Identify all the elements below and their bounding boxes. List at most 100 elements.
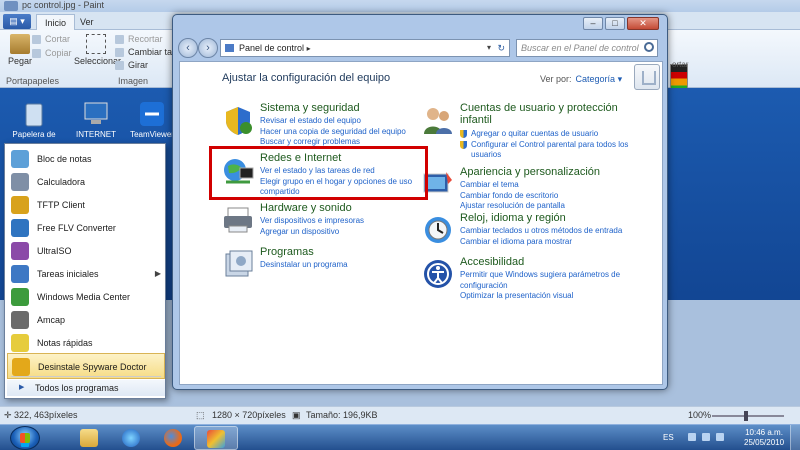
category-link[interactable]: Hacer una copia de seguridad del equipo (260, 127, 420, 138)
show-desktop-button[interactable] (790, 425, 800, 450)
rotate-button[interactable]: Girar (115, 60, 148, 70)
category-link[interactable]: Cambiar el idioma para mostrar (460, 237, 620, 248)
category-links: Permitir que Windows sugiera parámetros … (460, 270, 620, 302)
close-button[interactable]: ✕ (627, 17, 659, 30)
program-icon (11, 196, 29, 214)
users-icon[interactable] (422, 104, 454, 136)
maximize-button[interactable]: □ (605, 17, 625, 30)
navigation-bar: ‹ › Panel de control ▸ ▾ ↻ Buscar en el … (178, 37, 664, 59)
category-link[interactable]: Optimizar la presentación visual (460, 291, 620, 302)
desktop-icon-recycle-bin[interactable]: Papelera de (4, 100, 64, 139)
taskbar-media-player[interactable] (110, 426, 154, 450)
clock-time: 10:46 a.m. (745, 428, 783, 437)
category-title-text: Reloj, idioma y región (460, 212, 566, 224)
category-title-text: Programas (260, 246, 314, 258)
cursor-icon: ✛ (4, 410, 12, 420)
category-title[interactable]: Accesibilidad (460, 256, 524, 268)
paint-menu-button[interactable]: ▤ ▾ (3, 14, 31, 29)
category-link[interactable]: Revisar el estado del equipo (260, 116, 420, 127)
teamviewer-icon (140, 102, 164, 126)
taskbar: ES 10:46 a.m. 25/05/2010 (0, 424, 800, 450)
address-bar[interactable]: Panel de control ▸ ▾ ↻ (220, 39, 510, 57)
program-icon (11, 242, 29, 260)
category-link[interactable]: Ver dispositivos e impresoras (260, 216, 420, 227)
start-menu-separator (11, 376, 161, 377)
clock-date: 25/05/2010 (744, 438, 785, 447)
minimize-button[interactable]: – (583, 17, 603, 30)
select-button[interactable]: Seleccionar (74, 34, 121, 66)
network-icon (84, 102, 108, 124)
category-title[interactable]: Hardware y sonido (260, 202, 352, 214)
category-link[interactable]: Permitir que Windows sugiera parámetros … (460, 270, 620, 281)
category-links: Revisar el estado del equipo Hacer una co… (260, 116, 420, 148)
category-title[interactable]: Programas (260, 246, 314, 258)
cut-button[interactable]: Cortar (32, 34, 70, 44)
clock-globe-icon[interactable] (422, 214, 454, 246)
tray-arrow-icon[interactable] (688, 433, 696, 441)
start-menu-item-label: Free FLV Converter (37, 223, 116, 233)
security-shield-icon[interactable] (222, 104, 254, 136)
clock[interactable]: 10:46 a.m. 25/05/2010 (744, 428, 784, 448)
category-title-text: Sistema y seguridad (260, 102, 360, 114)
view-by: Ver por: Categoría ▾ (540, 74, 622, 85)
category-link[interactable]: configuración (460, 281, 620, 292)
category-title[interactable]: Reloj, idioma y región (460, 212, 566, 224)
refresh-icon[interactable]: ↻ (497, 40, 505, 56)
start-menu-item-label: Amcap (37, 315, 66, 325)
category-title-text: Accesibilidad (460, 256, 525, 268)
volume-icon[interactable] (716, 433, 724, 441)
category-link[interactable]: Desinstalar un programa (260, 260, 420, 271)
category-link[interactable]: Ajustar resolución de pantalla (460, 201, 620, 212)
paint-window-title: pc control.jpg - Paint (22, 0, 105, 10)
crop-button[interactable]: Recortar (115, 34, 163, 44)
copy-button[interactable]: Copiar (32, 48, 72, 58)
start-menu-item-label: UltraISO (37, 246, 72, 256)
address-dropdown-icon[interactable]: ▾ (487, 40, 491, 56)
language-indicator[interactable]: ES (663, 433, 674, 442)
category-link[interactable]: Agregar o quitar cuentas de usuario (460, 129, 620, 140)
paint-icon (207, 430, 225, 448)
network-tray-icon[interactable] (702, 433, 710, 441)
search-icon[interactable] (644, 42, 654, 52)
quick-access-toolbar[interactable] (4, 1, 18, 11)
taskbar-explorer[interactable] (68, 426, 112, 450)
category-title[interactable]: Cuentas de usuario y protección infantil (460, 102, 618, 126)
desktop-icon-internet[interactable]: INTERNET (66, 100, 126, 139)
category-links: Agregar o quitar cuentas de usuario Confi… (460, 129, 628, 161)
paste-label: Pegar (7, 56, 33, 66)
category-link[interactable]: Configurar el Control parental para todo… (460, 140, 628, 151)
tab-ver[interactable]: Ver (72, 14, 102, 30)
category-links: Desinstalar un programa (260, 260, 420, 271)
start-menu: Bloc de notas Calculadora TFTP Client Free … (4, 143, 166, 399)
download-arrow-icon[interactable] (634, 64, 660, 90)
start-button[interactable] (10, 426, 40, 450)
category-link[interactable]: Agregar un dispositivo (260, 227, 420, 238)
program-icon (11, 219, 29, 237)
zoom-slider[interactable] (712, 411, 784, 421)
category-link[interactable]: Cambiar teclados u otros métodos de entr… (460, 226, 622, 237)
category-link[interactable]: Cambiar fondo de escritorio (460, 191, 620, 202)
program-icon (11, 173, 29, 191)
view-by-dropdown[interactable]: Categoría ▾ (576, 74, 623, 84)
taskbar-firefox[interactable] (152, 426, 196, 450)
window-caption[interactable]: – □ ✕ (173, 15, 667, 37)
taskbar-paint[interactable] (194, 426, 238, 450)
recycle-bin-icon (25, 103, 43, 127)
all-programs-button[interactable]: Todos los programas (7, 380, 165, 396)
view-by-label: Ver por: (540, 74, 572, 84)
forward-button[interactable]: › (198, 38, 218, 58)
programs-icon[interactable] (222, 248, 254, 280)
category-title[interactable]: Sistema y seguridad (260, 102, 360, 114)
tab-inicio[interactable]: Inicio (36, 14, 76, 30)
back-button[interactable]: ‹ (178, 38, 198, 58)
printer-icon[interactable] (222, 204, 254, 236)
start-menu-item-label: Windows Media Center (37, 292, 131, 302)
page-title: Ajustar la configuración del equipo (222, 72, 391, 84)
search-input[interactable]: Buscar en el Panel de control (516, 39, 658, 57)
category-link[interactable]: Cambiar el tema (460, 180, 620, 191)
category-link[interactable]: usuarios (460, 150, 620, 161)
accessibility-icon[interactable] (422, 258, 454, 290)
category-title[interactable]: Apariencia y personalización (460, 166, 600, 178)
category-links: Cambiar teclados u otros métodos de entr… (460, 226, 622, 248)
program-icon (11, 334, 29, 352)
